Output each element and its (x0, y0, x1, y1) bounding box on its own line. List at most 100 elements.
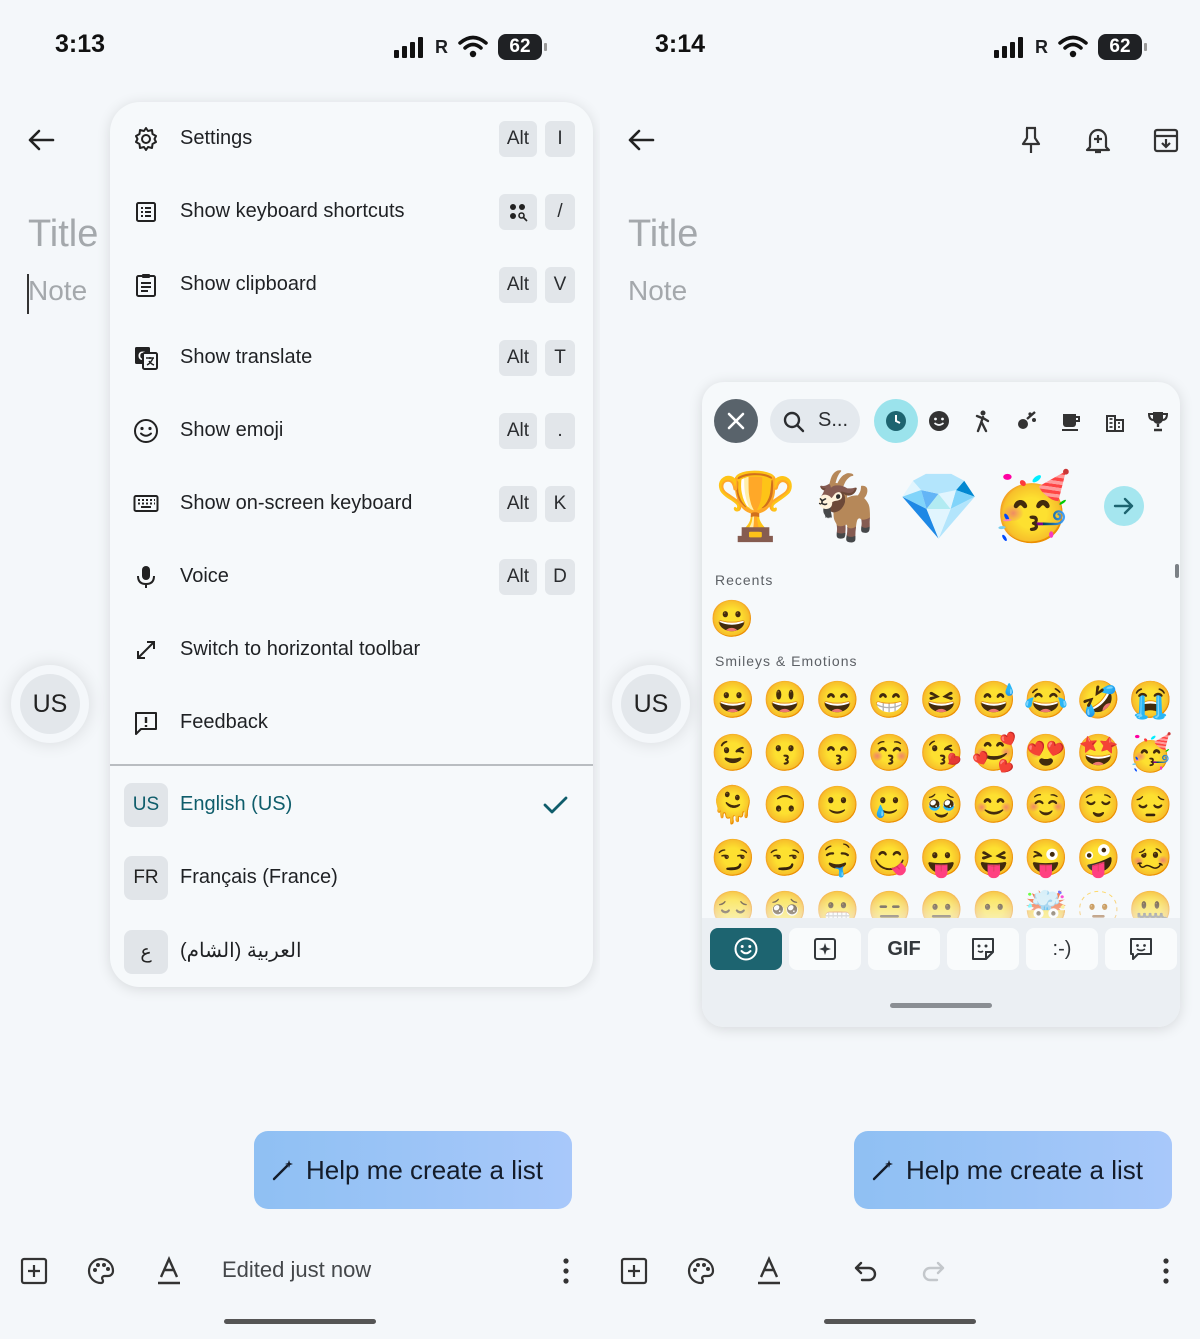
emoji-search[interactable]: S... (770, 399, 860, 443)
note-field[interactable]: Note (628, 275, 687, 307)
smiley-emoji[interactable]: 😃 (761, 676, 809, 724)
featured-emoji[interactable]: 💎 (897, 464, 981, 548)
smiley-emoji[interactable]: 🥲 (866, 781, 914, 829)
help-me-create-list-button[interactable]: Help me create a list (854, 1131, 1172, 1209)
smiley-emoji[interactable]: 😗 (761, 729, 809, 777)
menu-item-on-screen-keyboard[interactable]: Show on-screen keyboard Alt K (110, 467, 593, 540)
smiley-emoji[interactable]: 😜 (1022, 834, 1070, 882)
featured-emoji[interactable]: 🐐 (804, 464, 888, 548)
smiley-emoji[interactable]: 😉 (709, 729, 757, 777)
tab-gif[interactable]: GIF (868, 928, 940, 970)
category-people[interactable] (963, 401, 1003, 441)
smiley-emoji[interactable]: 😘 (918, 729, 966, 777)
more-options-button[interactable] (550, 1255, 582, 1287)
palette-button[interactable] (685, 1255, 717, 1287)
menu-item-voice[interactable]: Voice Alt D (110, 540, 593, 613)
menu-item-emoji[interactable]: Show emoji Alt . (110, 394, 593, 467)
text-format-button[interactable] (753, 1255, 785, 1287)
note-field[interactable]: Note (28, 275, 87, 307)
add-box-button[interactable] (18, 1255, 50, 1287)
undo-icon (854, 1261, 877, 1282)
smiley-emoji[interactable]: 🤪 (1074, 834, 1122, 882)
smiley-emoji[interactable]: 😙 (813, 729, 861, 777)
language-item-french[interactable]: FR Français (France) (110, 841, 593, 914)
input-language-bubble[interactable]: US (612, 665, 690, 743)
smiley-emoji[interactable]: 😏 (761, 834, 809, 882)
smiley-emoji[interactable]: 🥹 (918, 781, 966, 829)
smiley-emoji[interactable]: 😭 (1127, 676, 1175, 724)
text-format-button[interactable] (153, 1255, 185, 1287)
smiley-emoji[interactable]: 🤤 (813, 834, 861, 882)
menu-item-keyboard-shortcuts[interactable]: Show keyboard shortcuts / (110, 175, 593, 248)
panel-handle[interactable] (890, 1003, 992, 1008)
smiley-emoji[interactable]: 🤩 (1074, 729, 1122, 777)
category-objects[interactable] (1138, 401, 1178, 441)
tab-emoticons[interactable]: :-) (1026, 928, 1098, 970)
status-time: 3:14 (655, 30, 706, 58)
smiley-emoji[interactable]: 😚 (866, 729, 914, 777)
more-options-button[interactable] (1150, 1255, 1182, 1287)
smiley-emoji[interactable]: 😛 (918, 834, 966, 882)
smiley-emoji[interactable]: 😄 (813, 676, 861, 724)
language-item-arabic[interactable]: ع العربية (الشام) (110, 914, 593, 987)
smiley-emoji[interactable]: 😍 (1022, 729, 1070, 777)
smiley-emoji[interactable]: 😊 (970, 781, 1018, 829)
menu-item-clipboard[interactable]: Show clipboard Alt V (110, 248, 593, 321)
category-smileys[interactable] (919, 401, 959, 441)
back-button[interactable] (26, 122, 56, 158)
category-recent[interactable] (874, 399, 918, 443)
smiley-emoji[interactable]: 🤣 (1074, 676, 1122, 724)
smiley-emoji[interactable]: 😁 (866, 676, 914, 724)
featured-emoji[interactable]: 🏆 (714, 464, 798, 548)
smiley-emoji[interactable]: 😆 (918, 676, 966, 724)
category-food[interactable] (1051, 401, 1091, 441)
category-activity[interactable] (1007, 401, 1047, 441)
key-cap: Alt (498, 558, 537, 595)
reminder-button[interactable] (1081, 122, 1115, 158)
smiley-emoji[interactable]: 😋 (866, 834, 914, 882)
menu-item-horizontal-toolbar[interactable]: Switch to horizontal toolbar (110, 613, 593, 686)
smiley-emoji[interactable]: 🥳 (1127, 729, 1175, 777)
pin-button[interactable] (1014, 122, 1048, 158)
smiley-emoji[interactable]: 🥴 (1127, 834, 1175, 882)
smiley-emoji[interactable]: 😔 (1127, 781, 1175, 829)
smiley-emoji[interactable]: 😏 (709, 834, 757, 882)
back-button[interactable] (626, 122, 656, 158)
tab-emoji-kitchen[interactable] (947, 928, 1019, 970)
language-item-english-us[interactable]: US English (US) (110, 768, 593, 841)
smiley-emoji[interactable]: 🙂 (813, 781, 861, 829)
smiley-emoji[interactable]: ☺️ (1022, 781, 1070, 829)
smiley-emoji[interactable]: 😌 (1074, 781, 1122, 829)
tab-sticker[interactable] (789, 928, 861, 970)
category-places[interactable] (1095, 401, 1135, 441)
archive-button[interactable] (1149, 122, 1183, 158)
tab-chat[interactable] (1105, 928, 1177, 970)
featured-next-button[interactable] (1104, 486, 1144, 526)
add-box-button[interactable] (618, 1255, 650, 1287)
smiley-emoji[interactable]: 😀 (709, 676, 757, 724)
palette-button[interactable] (85, 1255, 117, 1287)
smiley-icon (132, 417, 160, 445)
smiley-emoji[interactable]: 😝 (970, 834, 1018, 882)
undo-button[interactable] (850, 1255, 882, 1287)
smiley-emoji[interactable]: 🙃 (761, 781, 809, 829)
title-field[interactable]: Title (28, 213, 98, 256)
close-button[interactable] (714, 399, 758, 443)
redo-button (917, 1255, 949, 1287)
recent-emoji[interactable]: 😀 (708, 595, 756, 643)
menu-item-feedback[interactable]: Feedback (110, 686, 593, 759)
menu-item-translate[interactable]: G Show translate Alt T (110, 321, 593, 394)
smiley-emoji[interactable]: 😅 (970, 676, 1018, 724)
language-tag: ع (124, 930, 168, 974)
scrollbar-thumb[interactable] (1175, 564, 1179, 578)
input-language-bubble[interactable]: US (11, 665, 89, 743)
menu-item-settings[interactable]: Settings Alt I (110, 102, 593, 175)
text-cursor (27, 274, 29, 314)
title-field[interactable]: Title (628, 213, 698, 256)
smiley-emoji[interactable]: 🫠 (709, 781, 757, 829)
help-me-create-list-button[interactable]: Help me create a list (254, 1131, 572, 1209)
tab-emoji[interactable] (710, 928, 782, 970)
featured-emoji[interactable]: 🥳 (990, 464, 1074, 548)
smiley-emoji[interactable]: 😂 (1022, 676, 1070, 724)
smiley-emoji[interactable]: 🥰 (970, 729, 1018, 777)
